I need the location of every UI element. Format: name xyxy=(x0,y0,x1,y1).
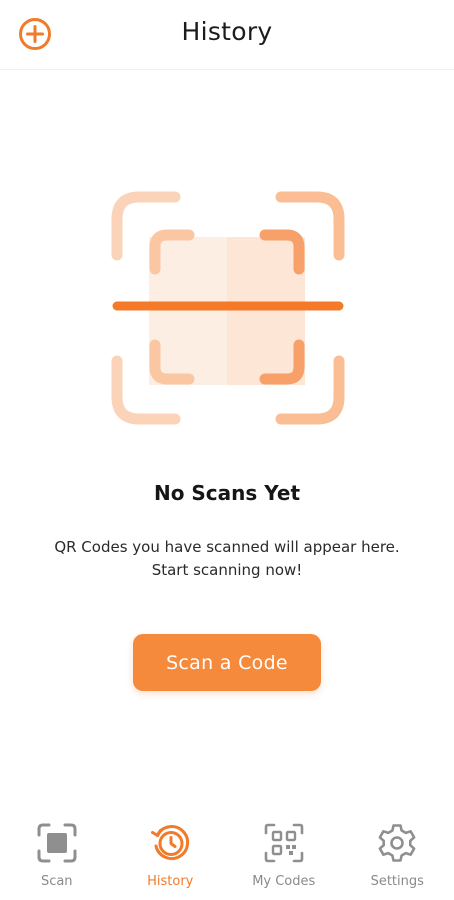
qr-scan-frame-icon xyxy=(111,191,345,425)
tab-label: My Codes xyxy=(252,874,316,889)
qr-code-icon xyxy=(264,823,304,863)
top-app-bar: History xyxy=(0,0,454,70)
gear-icon xyxy=(378,824,416,862)
tab-history[interactable]: History xyxy=(114,810,228,900)
page-title: History xyxy=(181,17,273,46)
tab-scan[interactable]: Scan xyxy=(0,810,114,900)
scan-square-icon xyxy=(37,823,77,863)
history-screen: History No Scans Yet QR Codes you have s… xyxy=(0,0,454,900)
tab-settings[interactable]: Settings xyxy=(341,810,454,900)
tab-my-codes[interactable]: My Codes xyxy=(227,810,341,900)
history-clock-icon xyxy=(151,825,190,860)
empty-state-title: No Scans Yet xyxy=(153,481,301,505)
empty-state-message: QR Codes you have scanned will appear he… xyxy=(54,538,400,579)
tab-label: History xyxy=(147,874,194,889)
tab-label: Settings xyxy=(370,874,424,889)
scan-a-code-button[interactable]: Scan a Code xyxy=(133,634,321,691)
bottom-tab-bar: Scan History My Codes Settings xyxy=(0,810,454,900)
tab-label: Scan xyxy=(40,874,73,889)
